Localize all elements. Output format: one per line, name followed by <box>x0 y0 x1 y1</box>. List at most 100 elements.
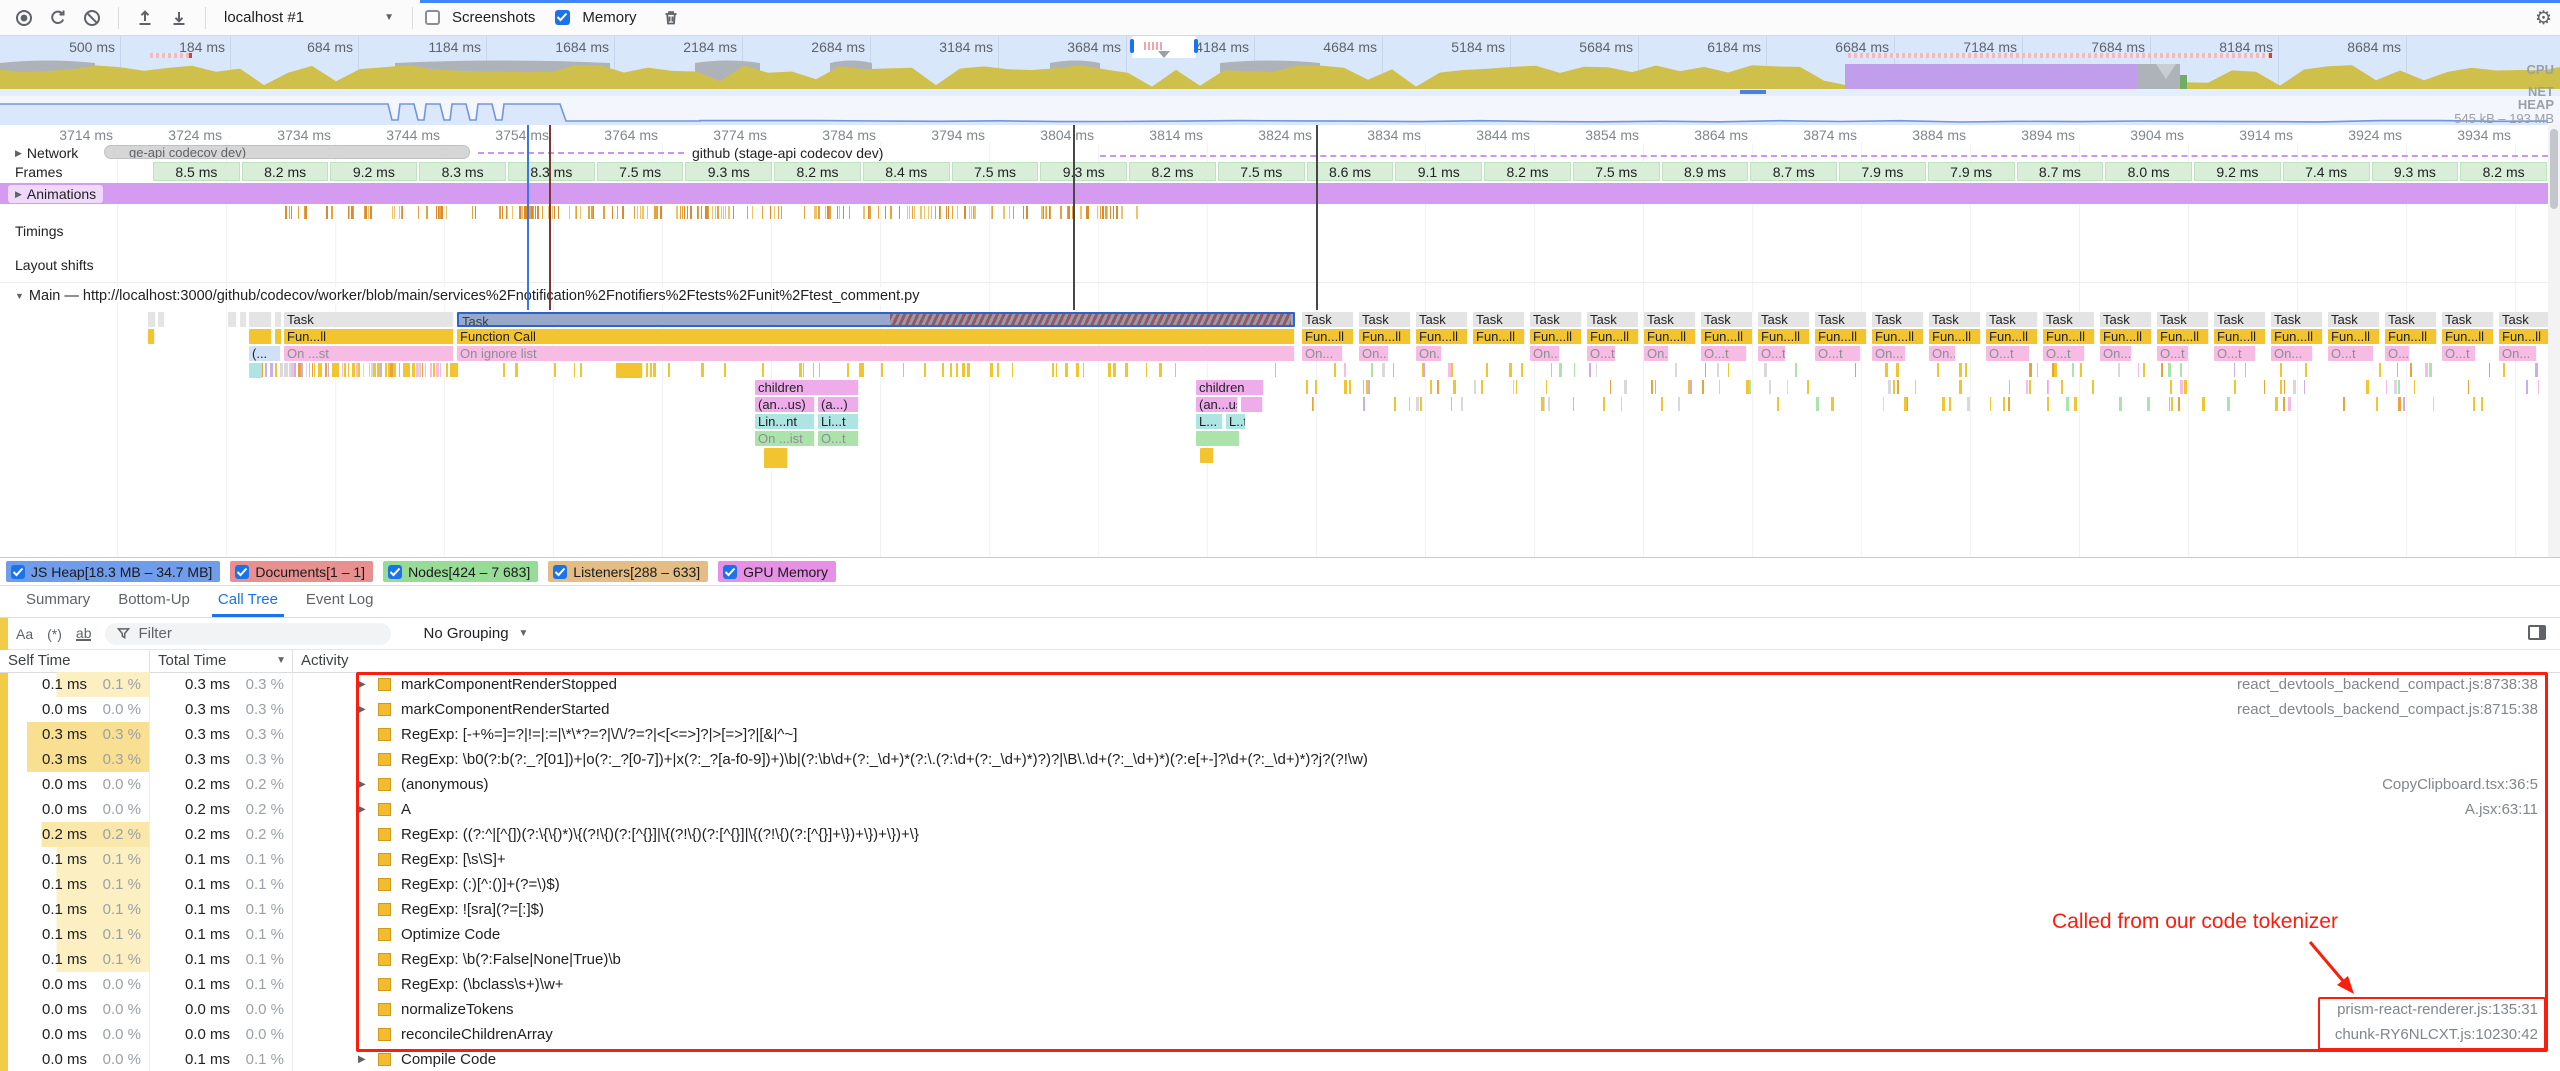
table-row[interactable]: 0.0 ms0.0 %0.1 ms0.1 %RegExp: (\bclass\s… <box>0 972 2560 997</box>
flame-bar[interactable]: Task <box>1473 312 1525 327</box>
flame-bar[interactable]: Fun...ll <box>1644 329 1696 344</box>
frame-cell[interactable]: 8.4 ms <box>863 162 950 181</box>
activity-cell[interactable]: normalizeTokensprism-react-renderer.js:1… <box>293 997 2560 1022</box>
animations-track-label[interactable]: ▶Animations <box>8 185 103 203</box>
flame-bar[interactable]: Fun...ll <box>1986 329 2038 344</box>
tab-bottom-up[interactable]: Bottom-Up <box>104 584 204 617</box>
source-link[interactable]: chunk-RY6NLCXT.js:10230:42 <box>2335 1022 2538 1047</box>
flame-bar[interactable]: On... <box>1644 346 1669 361</box>
source-link[interactable]: react_devtools_backend_compact.js:8715:3… <box>2237 697 2538 722</box>
flame-bar[interactable] <box>249 329 272 344</box>
source-link[interactable]: A.jsx:63:11 <box>2465 797 2538 822</box>
session-select[interactable]: localhost #1 ▼ <box>218 9 400 26</box>
flame-bar[interactable]: Task <box>1302 312 1354 327</box>
flame-bar[interactable] <box>249 363 263 378</box>
flame-bar[interactable]: Task <box>2043 312 2095 327</box>
flame-bar[interactable] <box>1200 448 1214 463</box>
flame-bar[interactable]: Task <box>2442 312 2494 327</box>
flame-bar[interactable]: Task <box>2214 312 2266 327</box>
frame-cell[interactable]: 8.2 ms <box>242 162 329 181</box>
table-row[interactable]: 0.1 ms0.1 %0.1 ms0.1 %RegExp: \b(?:False… <box>0 947 2560 972</box>
activity-cell[interactable]: ▶AA.jsx:63:11 <box>293 797 2560 822</box>
frame-cell[interactable]: 8.7 ms <box>1750 162 1837 181</box>
table-row[interactable]: 0.3 ms0.3 %0.3 ms0.3 %RegExp: [-+%=]=?|!… <box>0 722 2560 747</box>
flame-bar[interactable]: O...t <box>2385 346 2410 361</box>
flame-bar[interactable]: Task <box>1644 312 1696 327</box>
frame-cell[interactable]: 8.2 ms <box>1129 162 1216 181</box>
flame-bar[interactable] <box>1241 397 1263 412</box>
flame-bar[interactable]: On... <box>1929 346 1956 361</box>
flame-bar[interactable]: (an...us) <box>1196 397 1238 412</box>
table-row[interactable]: 0.0 ms0.0 %0.2 ms0.2 %▶AA.jsx:63:11 <box>0 797 2560 822</box>
collect-garbage-button[interactable] <box>657 4 685 32</box>
flame-bar[interactable]: On ignore list <box>457 346 1295 361</box>
flame-bar[interactable]: Task <box>1872 312 1924 327</box>
checkbox-checked-icon[interactable] <box>553 565 567 579</box>
flame-bar[interactable]: On... <box>1416 346 1442 361</box>
flame-bar[interactable]: Fun...ll <box>1587 329 1639 344</box>
flame-bar[interactable]: Fun...ll <box>1701 329 1753 344</box>
frame-cell[interactable]: 7.5 ms <box>597 162 684 181</box>
flame-bar[interactable] <box>1196 431 1240 446</box>
counter-legend-chip[interactable]: JS Heap[18.3 MB – 34.7 MB] <box>6 561 220 582</box>
flame-bar[interactable] <box>275 329 282 344</box>
flame-bar[interactable] <box>275 312 282 327</box>
load-profile-button[interactable] <box>165 4 193 32</box>
table-row[interactable]: 0.0 ms0.0 %0.0 ms0.0 %reconcileChildrenA… <box>0 1022 2560 1047</box>
timings-track-label[interactable]: Timings <box>8 222 71 240</box>
flame-bar[interactable]: Fun...ll <box>2043 329 2095 344</box>
flame-bar[interactable]: O...t <box>2214 346 2256 361</box>
flame-bar[interactable]: Lin...nt <box>755 414 815 429</box>
activity-cell[interactable]: ▶(anonymous)CopyClipboard.tsx:36:5 <box>293 772 2560 797</box>
frame-cell[interactable]: 8.3 ms <box>508 162 595 181</box>
table-row[interactable]: 0.1 ms0.1 %0.1 ms0.1 %RegExp: [\s\S]+ <box>0 847 2560 872</box>
flame-bar[interactable]: Task <box>1986 312 2038 327</box>
activity-cell[interactable]: ▶markComponentRenderStoppedreact_devtool… <box>293 672 2560 697</box>
flame-bar[interactable]: Fun...ll <box>1929 329 1981 344</box>
activity-cell[interactable]: RegExp: [\s\S]+ <box>293 847 2560 872</box>
flame-bar[interactable]: Task <box>1758 312 1810 327</box>
flame-bar[interactable]: Task <box>2499 312 2551 327</box>
flame-bar[interactable]: O...t <box>2157 346 2189 361</box>
frame-cell[interactable]: 7.5 ms <box>1218 162 1305 181</box>
checkbox-checked-icon[interactable] <box>11 565 25 579</box>
flame-bar[interactable]: Task <box>1530 312 1582 327</box>
activity-cell[interactable]: RegExp: \b0(?:b(?:_?[01])+|o(?:_?[0-7])+… <box>293 747 2560 772</box>
source-link[interactable]: CopyClipboard.tsx:36:5 <box>2382 772 2538 797</box>
flame-bar[interactable]: Function Call <box>457 329 1295 344</box>
flame-bar[interactable]: Task <box>2157 312 2209 327</box>
save-profile-button[interactable] <box>131 4 159 32</box>
flame-bar[interactable] <box>616 363 643 378</box>
flame-bar[interactable]: Task <box>2385 312 2437 327</box>
flame-bar[interactable]: Li...t <box>818 414 859 429</box>
column-header-self-time[interactable]: Self Time <box>0 650 150 672</box>
tab-summary[interactable]: Summary <box>12 584 104 617</box>
match-whole-word-toggle[interactable]: ab <box>76 627 92 641</box>
frame-cell[interactable]: 8.2 ms <box>1484 162 1571 181</box>
flame-bar[interactable]: On... <box>1872 346 1906 361</box>
flame-bar[interactable]: Fun...ll <box>2214 329 2266 344</box>
filter-input[interactable]: Filter <box>105 623 391 645</box>
flame-bar[interactable]: O...t <box>1815 346 1861 361</box>
gear-icon[interactable]: ⚙ <box>2535 7 2552 30</box>
flame-bar[interactable]: On... <box>1530 346 1560 361</box>
flame-bar[interactable]: Fun...ll <box>1815 329 1867 344</box>
flame-bar[interactable]: Fun...ll <box>284 329 454 344</box>
checkbox-checked-icon[interactable] <box>235 565 249 579</box>
flame-bar[interactable]: O...t <box>818 431 859 446</box>
table-row[interactable]: 0.0 ms0.0 %0.3 ms0.3 %▶markComponentRend… <box>0 697 2560 722</box>
flame-bar[interactable]: L... <box>1196 414 1223 429</box>
frame-cell[interactable]: 7.5 ms <box>1573 162 1660 181</box>
frame-cell[interactable]: 8.5 ms <box>153 162 240 181</box>
clear-button[interactable] <box>78 4 106 32</box>
expand-icon[interactable]: ▶ <box>358 1047 366 1071</box>
regex-toggle[interactable]: (*) <box>47 626 62 642</box>
frame-cell[interactable]: 9.3 ms <box>1040 162 1127 181</box>
flame-bar[interactable]: On... <box>1302 346 1343 361</box>
flame-bar[interactable]: O...t <box>2328 346 2374 361</box>
table-row[interactable]: 0.1 ms0.1 %0.1 ms0.1 %RegExp: (:)[^:()]+… <box>0 872 2560 897</box>
flame-bar[interactable]: Task <box>457 312 1295 327</box>
flame-bar[interactable]: O...t <box>1986 346 2030 361</box>
flame-bar[interactable] <box>148 329 155 344</box>
checkbox-checked-icon[interactable] <box>723 565 737 579</box>
